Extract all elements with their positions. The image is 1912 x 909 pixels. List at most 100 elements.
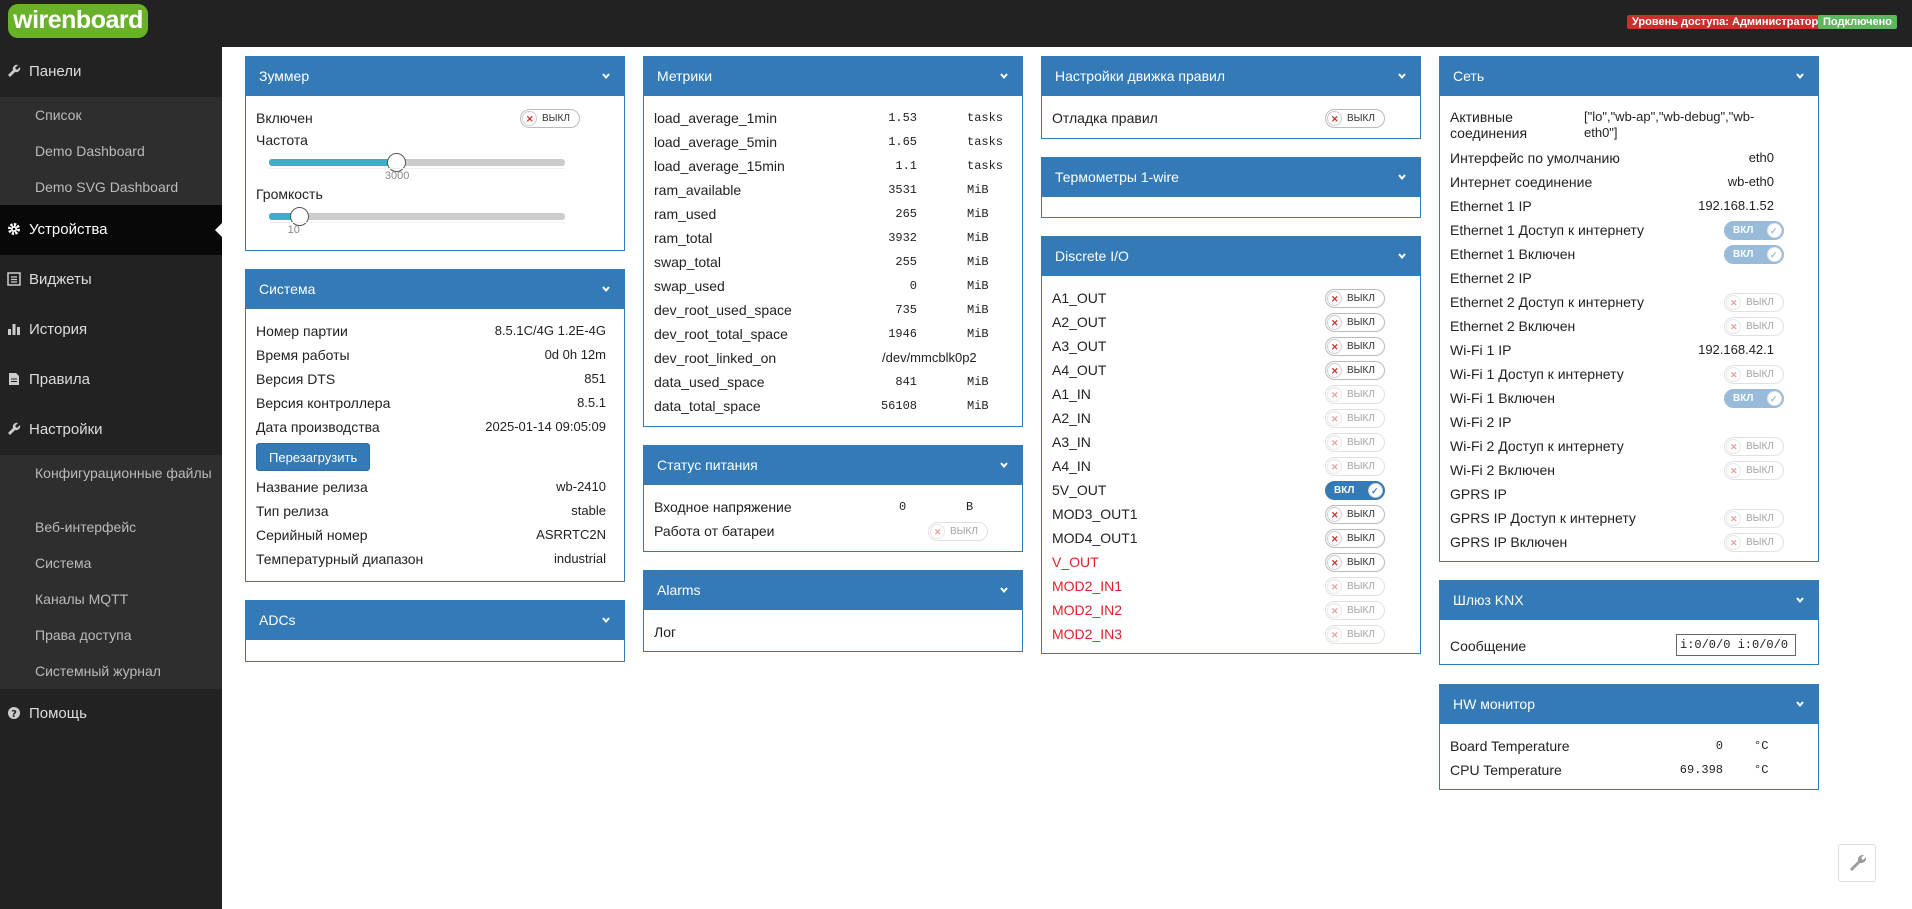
metric-unit: MiB	[967, 207, 989, 221]
network-row: Wi-Fi 1 Доступ к интернету ВЫКЛ	[1450, 362, 1808, 386]
rule-engine-header[interactable]: Настройки движка правил	[1042, 57, 1420, 96]
system-info-label: Версия контроллера	[256, 395, 391, 411]
system-info-value: 8.5.1C/4G 1.2E-4G	[494, 323, 606, 338]
hw-monitor-header[interactable]: HW монитор	[1440, 685, 1818, 724]
discrete-io-header[interactable]: Discrete I/O	[1042, 237, 1420, 276]
input-voltage-unit: В	[966, 500, 974, 514]
chevron-down-icon[interactable]	[1398, 173, 1406, 181]
metric-label: data_used_space	[654, 374, 765, 390]
nav-help-label: Помощь	[29, 705, 87, 722]
dio-switch[interactable]: ВЫКЛ	[1325, 313, 1385, 332]
wirenboard-logo[interactable]: wirenboard	[8, 4, 148, 38]
chevron-down-icon[interactable]	[1000, 586, 1008, 594]
chevron-down-icon[interactable]	[1796, 700, 1804, 708]
alarms-widget: Alarms Лог	[643, 570, 1023, 652]
dio-switch[interactable]: ВЫКЛ	[1325, 337, 1385, 356]
dio-switch[interactable]: ВКЛ	[1325, 481, 1385, 500]
nav-sub-system-log[interactable]: Системный журнал	[0, 653, 222, 689]
dio-switch[interactable]: ВЫКЛ	[1325, 505, 1385, 524]
network-row: Wi-Fi 2 Включен ВЫКЛ	[1450, 458, 1808, 482]
active-connections-label: Активные соединения	[1450, 109, 1528, 141]
reboot-button[interactable]: Перезагрузить	[256, 443, 371, 471]
rule-debug-switch[interactable]: ВЫКЛ	[1325, 109, 1385, 128]
battery-label: Работа от батареи	[654, 523, 775, 539]
nav-sub-config-files[interactable]: Конфигурационные файлы	[0, 455, 222, 509]
dio-switch[interactable]: ВЫКЛ	[1325, 553, 1385, 572]
network-row: Wi-Fi 2 IP	[1450, 410, 1808, 434]
wrench-icon	[8, 422, 21, 435]
metric-unit: MiB	[967, 183, 989, 197]
system-info-label: Тип релиза	[256, 503, 329, 519]
metric-label: swap_total	[654, 254, 721, 270]
network-header[interactable]: Сеть	[1440, 57, 1818, 96]
chevron-down-icon[interactable]	[1398, 252, 1406, 260]
metrics-header[interactable]: Метрики	[644, 57, 1022, 96]
network-label: GPRS IP Включен	[1450, 534, 1568, 550]
power-status-header[interactable]: Статус питания	[644, 446, 1022, 485]
dio-switch[interactable]: ВЫКЛ	[1325, 289, 1385, 308]
nav-sub-demo-dashboard[interactable]: Demo Dashboard	[0, 133, 222, 169]
chevron-down-icon[interactable]	[1796, 596, 1804, 604]
network-label: Wi-Fi 1 Включен	[1450, 390, 1556, 406]
system-info-row: Версия контроллера 8.5.1	[256, 391, 614, 415]
metric-unit: MiB	[967, 279, 989, 293]
network-label: Wi-Fi 2 Доступ к интернету	[1450, 438, 1624, 454]
dio-label: A1_IN	[1052, 386, 1091, 402]
metric-row: swap_total 255 MiB	[654, 250, 1012, 274]
nav-help[interactable]: ? Помощь	[0, 689, 222, 739]
network-switch: ВЫКЛ	[1724, 317, 1784, 336]
dio-row: V_OUT ВЫКЛ	[1052, 550, 1410, 574]
onewire-header[interactable]: Термометры 1-wire	[1042, 158, 1420, 197]
dio-switch: ВЫКЛ	[1325, 385, 1385, 404]
network-label: Ethernet 2 Доступ к интернету	[1450, 294, 1644, 310]
dio-switch[interactable]: ВЫКЛ	[1325, 361, 1385, 380]
chevron-down-icon[interactable]	[1000, 461, 1008, 469]
buzzer-enabled-switch[interactable]: ВЫКЛ	[520, 109, 580, 128]
nav-settings[interactable]: Настройки	[0, 405, 222, 455]
nav-rules[interactable]: Правила	[0, 355, 222, 405]
chevron-down-icon[interactable]	[602, 285, 610, 293]
nav-panels[interactable]: Панели	[0, 47, 222, 97]
nav-sub-web-ui[interactable]: Веб-интерфейс	[0, 509, 222, 545]
chevron-down-icon[interactable]	[1796, 72, 1804, 80]
system-info-label: Время работы	[256, 347, 350, 363]
nav-sub-system[interactable]: Система	[0, 545, 222, 581]
nav-sub-demo-svg-dashboard[interactable]: Demo SVG Dashboard	[0, 169, 222, 205]
knx-gateway-header[interactable]: Шлюз KNX	[1440, 581, 1818, 620]
alarms-header[interactable]: Alarms	[644, 571, 1022, 610]
adcs-header[interactable]: ADCs	[246, 601, 624, 640]
chevron-down-icon[interactable]	[602, 72, 610, 80]
edit-wrench-button[interactable]	[1838, 844, 1876, 882]
system-header[interactable]: Система	[246, 270, 624, 309]
knx-message-input[interactable]: i:0/0/0 i:0/0/0	[1676, 634, 1796, 656]
power-status-title: Статус питания	[657, 457, 758, 473]
chevron-down-icon[interactable]	[1398, 72, 1406, 80]
nav-sub-list[interactable]: Список	[0, 97, 222, 133]
system-info-row: Название релиза wb-2410	[256, 475, 614, 499]
metric-row: ram_total 3932 MiB	[654, 226, 1012, 250]
nav-widgets[interactable]: Виджеты	[0, 255, 222, 305]
metric-row: load_average_1min 1.53 tasks	[654, 106, 1012, 130]
dio-row: 5V_OUT ВКЛ	[1052, 478, 1410, 502]
chevron-down-icon[interactable]	[602, 616, 610, 624]
dio-label: A1_OUT	[1052, 290, 1107, 306]
nav-sub-access-rights[interactable]: Права доступа	[0, 617, 222, 653]
nav-sub-mqtt-channels[interactable]: Каналы MQTT	[0, 581, 222, 617]
nav-devices[interactable]: Устройства	[0, 205, 222, 255]
system-info-label: Температурный диапазон	[256, 551, 424, 567]
alarms-title: Alarms	[657, 582, 701, 598]
nav-history[interactable]: История	[0, 305, 222, 355]
system-info-value: 851	[584, 371, 606, 386]
buzzer-header[interactable]: Зуммер	[246, 57, 624, 96]
system-info-value: 0d 0h 12m	[544, 347, 606, 362]
dio-row: A1_IN ВЫКЛ	[1052, 382, 1410, 406]
buzzer-volume-slider: Громкость 10	[256, 184, 614, 236]
metric-value: 841	[895, 375, 917, 389]
dio-switch[interactable]: ВЫКЛ	[1325, 529, 1385, 548]
network-row: Ethernet 2 IP	[1450, 266, 1808, 290]
chevron-down-icon[interactable]	[1000, 72, 1008, 80]
dio-label: 5V_OUT	[1052, 482, 1107, 498]
metric-row: dev_root_used_space 735 MiB	[654, 298, 1012, 322]
volume-label: Громкость	[256, 186, 323, 202]
network-row: Ethernet 1 IP 192.168.1.52	[1450, 194, 1808, 218]
